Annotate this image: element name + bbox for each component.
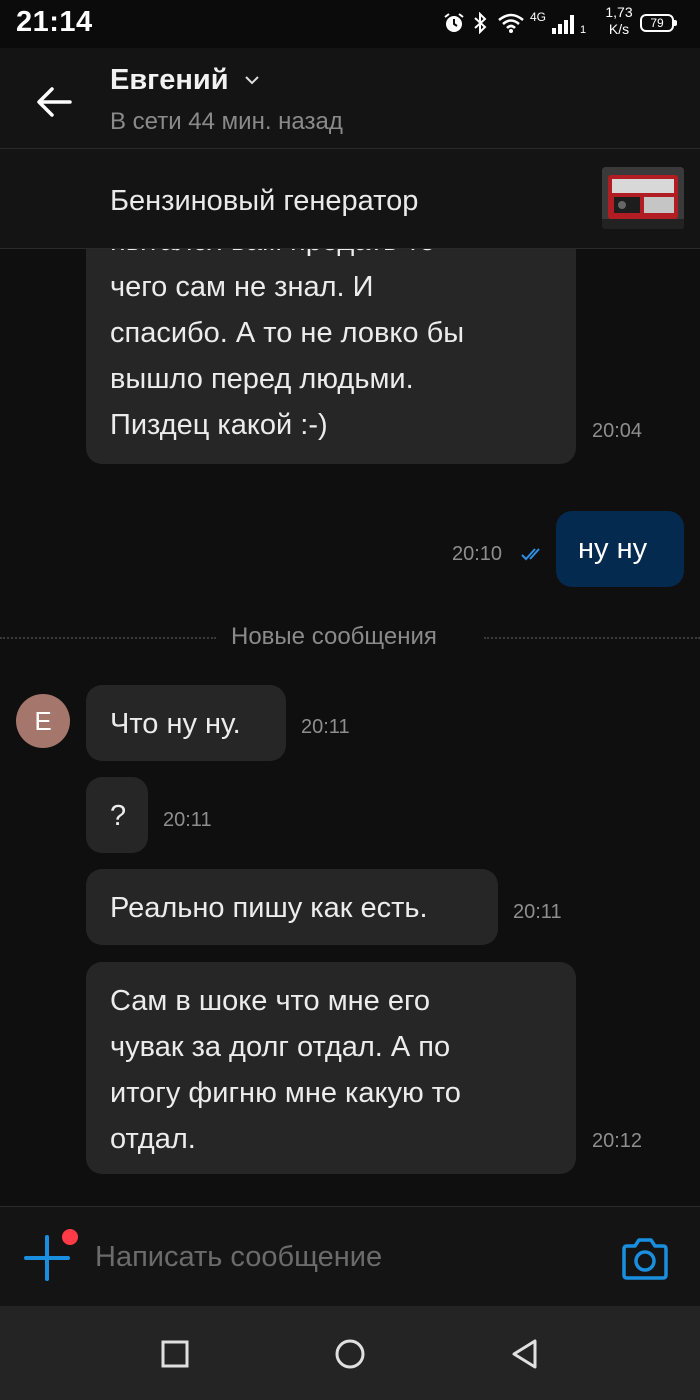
sim-index: 1 xyxy=(580,24,587,36)
message-time: 20:11 xyxy=(163,809,212,831)
message-bubble-incoming[interactable]: Что ну ну. xyxy=(86,685,286,761)
message-text-line: вышло перед людьми. xyxy=(110,363,414,395)
message-bubble-incoming[interactable]: Сам в шоке что мне его чувак за долг отд… xyxy=(86,962,576,1174)
net-speed-value: 1,73 xyxy=(605,4,633,20)
message-bubble-outgoing[interactable]: ну ну xyxy=(556,511,684,587)
message-text-line: итогу фигню мне какую то xyxy=(110,1077,461,1109)
message-text-line: спасибо. А то не ловко бы xyxy=(110,317,465,349)
contact-status: В сети 44 мин. назад xyxy=(110,108,343,135)
recents-button[interactable] xyxy=(157,1336,193,1372)
message-time: 20:12 xyxy=(592,1130,643,1152)
new-messages-label: Новые сообщения xyxy=(231,623,437,650)
message-text: Реально пишу как есть. xyxy=(110,892,428,924)
message-time: 20:11 xyxy=(301,716,350,738)
message-time: 20:10 xyxy=(452,543,503,565)
message-text-line: Пиздец какой :-) xyxy=(110,409,328,441)
network-type: 4G xyxy=(530,10,547,24)
message-text-line: чувак за долг отдал. А по xyxy=(110,1031,451,1063)
contact-name[interactable]: Евгений xyxy=(110,64,229,97)
avatar[interactable]: Е xyxy=(16,694,70,748)
listing-thumbnail[interactable] xyxy=(602,167,684,229)
home-button[interactable] xyxy=(332,1336,368,1372)
message-text-line: пытался вам продать то xyxy=(110,248,435,264)
signal-icon xyxy=(552,15,574,34)
message-text-line: чего сам не знал. И xyxy=(110,271,374,303)
compose-bar: Написать сообщение xyxy=(0,1206,700,1307)
camera-icon[interactable] xyxy=(620,1237,670,1281)
status-time: 21:14 xyxy=(16,6,93,38)
bluetooth-icon xyxy=(474,12,487,34)
notification-dot xyxy=(60,1227,80,1247)
message-time: 20:04 xyxy=(592,420,643,442)
message-time: 20:11 xyxy=(513,901,562,923)
double-check-icon xyxy=(521,548,540,561)
message-text-line: Сам в шоке что мне его xyxy=(110,985,431,1017)
chevron-down-icon[interactable] xyxy=(244,74,260,86)
status-bar: 21:14 4G 1 1,73 K/s 79 xyxy=(0,0,700,48)
system-nav-bar xyxy=(0,1306,700,1400)
back-button[interactable] xyxy=(507,1336,543,1372)
alarm-icon xyxy=(444,13,464,32)
generator-image-icon xyxy=(602,167,684,229)
message-list[interactable]: пытался вам продать то чего сам не знал.… xyxy=(0,248,700,1206)
divider-line xyxy=(484,637,700,639)
message-text: ? xyxy=(110,800,127,832)
message-text-line: отдал. xyxy=(110,1123,196,1155)
wifi-icon xyxy=(498,13,524,33)
battery-icon: 79 xyxy=(640,14,677,32)
listing-title[interactable]: Бензиновый генератор xyxy=(110,185,418,218)
message-input[interactable]: Написать сообщение xyxy=(95,1241,382,1274)
listing-bar[interactable]: Бензиновый генератор xyxy=(0,149,700,249)
net-speed: 1,73 K/s xyxy=(596,4,642,38)
net-speed-unit: K/s xyxy=(608,21,630,37)
message-text: ну ну xyxy=(578,533,648,565)
chat-header: Евгений В сети 44 мин. назад xyxy=(0,48,700,149)
message-bubble-incoming[interactable]: ? xyxy=(86,777,148,853)
new-messages-divider: Новые сообщения xyxy=(0,623,700,653)
message-text: Что ну ну. xyxy=(110,708,241,740)
message-bubble-incoming[interactable]: Реально пишу как есть. xyxy=(86,869,498,945)
divider-line xyxy=(0,637,216,639)
message-bubble-incoming[interactable]: пытался вам продать то чего сам не знал.… xyxy=(86,248,576,464)
back-arrow-icon[interactable] xyxy=(30,78,78,126)
